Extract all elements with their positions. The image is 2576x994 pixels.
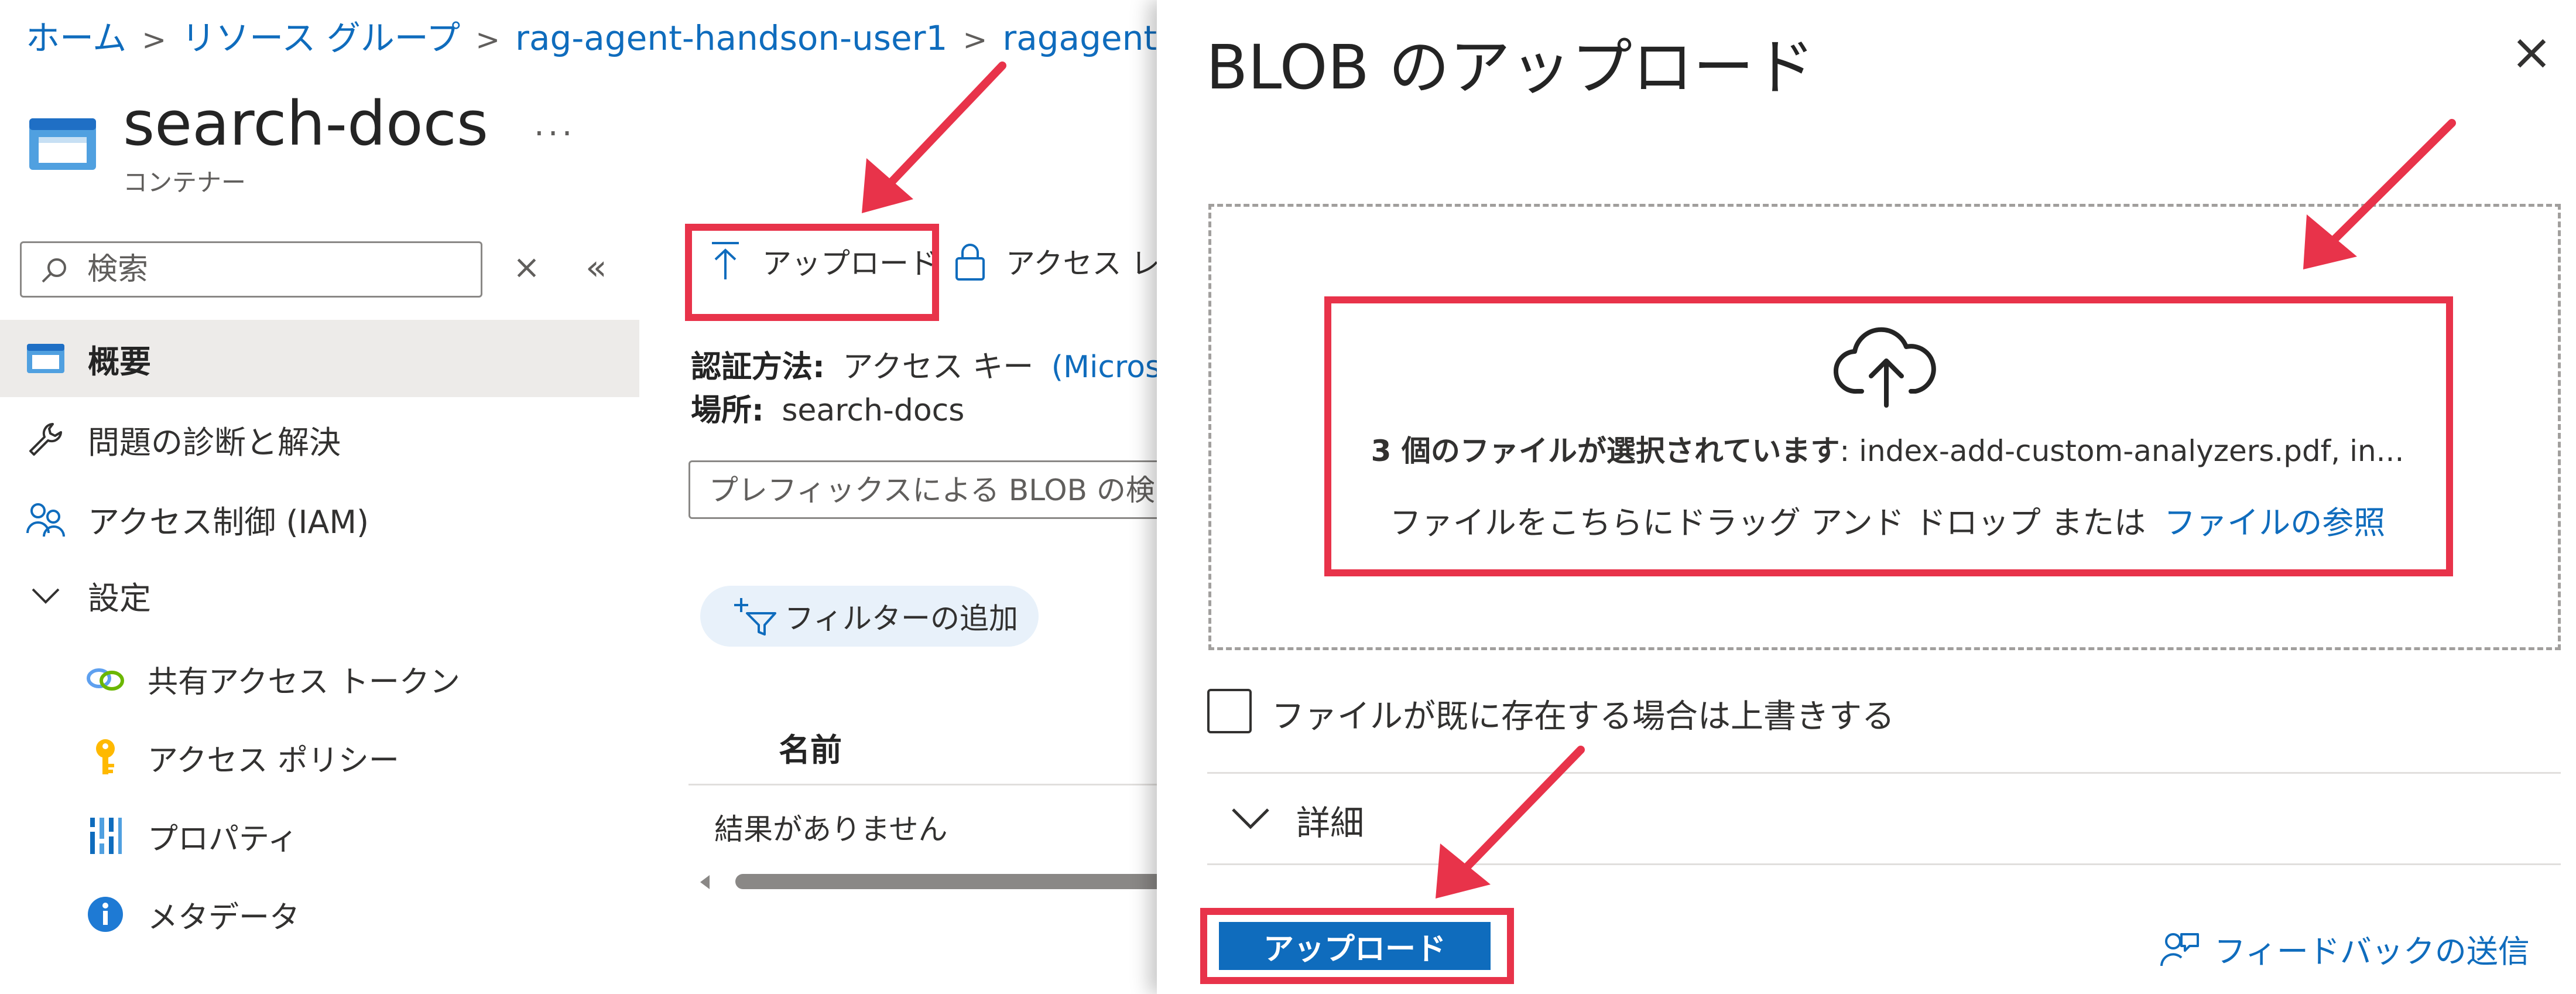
highlight-upload-toolbar [685, 224, 939, 321]
chevron-down-icon[interactable] [1229, 804, 1272, 833]
scroll-left-icon[interactable] [700, 875, 710, 889]
close-icon[interactable]: × [2510, 27, 2553, 77]
breadcrumb-home[interactable]: ホーム [26, 18, 126, 58]
sidebar-item-label: 共有アクセス トークン [148, 664, 460, 700]
sidebar-item-sas-token[interactable]: 共有アクセス トークン [82, 641, 460, 717]
sidebar-item-metadata[interactable]: メタデータ [82, 876, 300, 952]
feedback-icon [2160, 932, 2199, 966]
sidebar-item-access-policy[interactable]: アクセス ポリシー [82, 719, 399, 795]
chevron-down-icon [22, 572, 69, 619]
people-icon [22, 496, 69, 542]
arrow-to-upload-toolbar [881, 62, 1006, 193]
panel-title: BLOB のアップロード [1206, 32, 1815, 103]
breadcrumb-resource-groups[interactable]: リソース グループ [181, 18, 460, 58]
link-icon [82, 655, 129, 702]
breadcrumb-resource-group[interactable]: rag-agent-handson-user1 [515, 18, 947, 58]
add-filter-icon [734, 598, 776, 636]
scrollbar-thumb[interactable] [735, 874, 1169, 889]
location-value: search-docs [782, 393, 965, 428]
advanced-details-toggle[interactable]: 詳細 [1296, 795, 1364, 845]
page-subtitle: コンテナー [123, 168, 246, 197]
key-icon [82, 734, 129, 781]
page-title: search-docs [123, 88, 488, 159]
feedback-label: フィードバックの送信 [2214, 933, 2530, 970]
add-filter-button[interactable]: フィルターの追加 [700, 586, 1039, 647]
breadcrumb: ホーム > リソース グループ > rag-agent-handson-user1 > ra… [26, 11, 1242, 60]
horizontal-scrollbar[interactable] [700, 873, 1169, 890]
highlight-drop-area [1324, 296, 2453, 576]
sidebar-item-label: 問題の診断と解決 [88, 423, 341, 461]
collapse-sidebar-icon[interactable]: « [585, 247, 607, 288]
divider [1207, 863, 2561, 865]
container-icon [22, 335, 69, 382]
search-icon [42, 258, 66, 283]
add-filter-label: フィルターの追加 [785, 602, 1018, 636]
sidebar-item-label: アクセス制御 (IAM) [88, 503, 369, 541]
sidebar-item-properties[interactable]: プロパティ [82, 798, 298, 874]
sidebar-item-label: メタデータ [148, 900, 300, 935]
sidebar-item-iam[interactable]: アクセス制御 (IAM) [0, 480, 639, 558]
auth-method-value: アクセス キー [842, 350, 1034, 385]
divider [1207, 772, 2561, 774]
breadcrumb-separator: > [142, 23, 167, 57]
column-header-name[interactable]: 名前 [779, 724, 842, 770]
sidebar-search-field[interactable] [86, 251, 440, 288]
access-level-button[interactable]: アクセス レベ [954, 240, 1189, 282]
sidebar-item-label: アクセス ポリシー [148, 743, 399, 778]
sidebar-item-overview[interactable]: 概要 [0, 320, 639, 397]
clear-search-icon[interactable]: × [513, 248, 540, 286]
prefix-search-box[interactable] [688, 460, 1169, 519]
more-actions-button[interactable]: ... [534, 105, 576, 144]
lock-icon [955, 244, 985, 281]
overwrite-label[interactable]: ファイルが既に存在する場合は上書きする [1272, 690, 1895, 737]
sidebar-item-label: 設定 [88, 579, 151, 617]
sidebar-item-label: 概要 [88, 343, 151, 380]
auth-method-label: 認証方法: [691, 350, 825, 385]
empty-results-text: 結果がありません [714, 812, 948, 846]
overwrite-checkbox[interactable] [1207, 689, 1252, 733]
location-label: 場所: [691, 393, 764, 428]
container-icon [29, 118, 96, 170]
auth-method-row: 認証方法: アクセス キー (Microso [691, 342, 1180, 386]
info-icon [82, 891, 129, 938]
sidebar-search-input[interactable] [20, 241, 482, 298]
properties-icon [82, 812, 129, 859]
send-feedback-link[interactable]: フィードバックの送信 [2159, 925, 2530, 972]
wrench-icon [22, 416, 69, 463]
sidebar-item-label: プロパティ [148, 821, 298, 857]
prefix-search-input[interactable] [708, 473, 1155, 508]
breadcrumb-separator: > [475, 23, 501, 57]
highlight-upload-button [1200, 908, 1514, 984]
sidebar-item-diagnose[interactable]: 問題の診断と解決 [0, 401, 639, 478]
location-row: 場所: search-docs [691, 385, 964, 429]
table-header-divider [688, 784, 1157, 785]
breadcrumb-separator: > [962, 23, 988, 57]
sidebar-item-settings[interactable]: 設定 [0, 556, 639, 634]
